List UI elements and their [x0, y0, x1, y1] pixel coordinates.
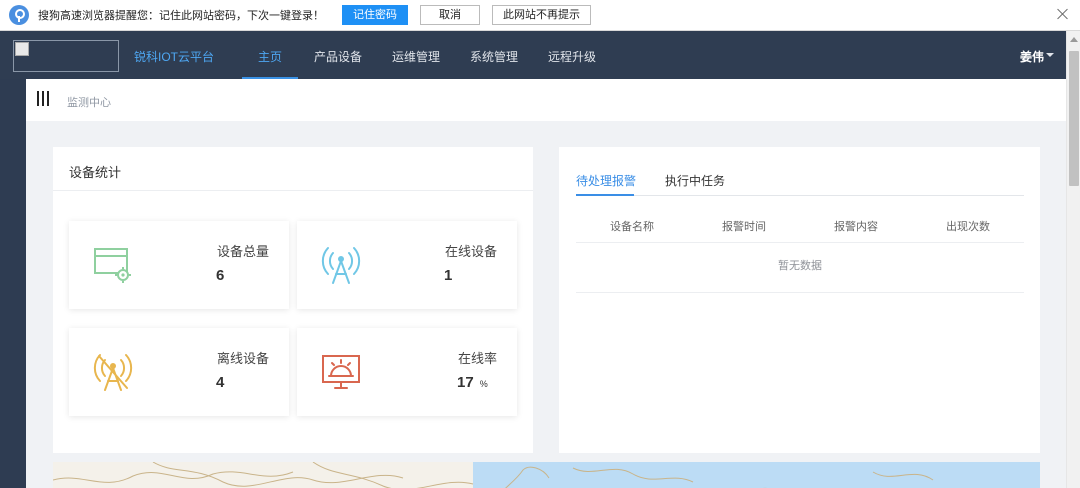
- device-stats-title: 设备统计: [69, 165, 122, 180]
- tab-running-tasks[interactable]: 执行中任务: [665, 172, 725, 189]
- column-device-name[interactable]: 设备名称: [576, 218, 688, 234]
- stat-card-offline-devices[interactable]: 离线设备 4: [69, 328, 289, 416]
- password-save-bar: 搜狗高速浏览器提醒您：记住此网站密码，下次一键登录！ 记住密码 取消 此网站不再…: [0, 0, 1080, 31]
- breadcrumb-current[interactable]: 监测中心: [67, 94, 111, 110]
- never-remind-button[interactable]: 此网站不再提示: [492, 5, 591, 25]
- alarm-tabs: 待处理报警 执行中任务: [576, 172, 1024, 196]
- sidebar-collapsed: [0, 79, 26, 488]
- monitor-alert-icon: [322, 355, 360, 389]
- column-alarm-time[interactable]: 报警时间: [688, 218, 800, 234]
- tab-pending-alarms[interactable]: 待处理报警: [576, 172, 636, 189]
- scroll-up-icon[interactable]: [1070, 37, 1078, 42]
- scrollbar-thumb[interactable]: [1069, 51, 1079, 186]
- stat-card-total-devices[interactable]: 设备总量 6: [69, 221, 289, 309]
- active-tab-indicator: [576, 194, 634, 196]
- stat-label: 设备总量: [216, 244, 269, 259]
- device-stats-card: 设备统计 设备总量 6 在线设备 1 离线设备 4 在线率 17 %: [53, 147, 533, 453]
- main-content: 设备统计 设备总量 6 在线设备 1 离线设备 4 在线率 17 % 待处理报警…: [26, 121, 1066, 488]
- nav-item-remote-upgrade[interactable]: 远程升级: [548, 48, 596, 65]
- map-outline: [52, 461, 1040, 488]
- stat-value: 6: [216, 267, 225, 284]
- column-occurrences[interactable]: 出现次数: [912, 218, 1024, 234]
- breadcrumb: 监测中心: [26, 79, 1066, 121]
- brand-title: 锐科IOT云平台: [134, 50, 214, 64]
- stat-card-online-rate[interactable]: 在线率 17%: [297, 328, 517, 416]
- stat-card-online-devices[interactable]: 在线设备 1: [297, 221, 517, 309]
- stat-unit: %: [479, 379, 488, 389]
- stat-value: 4: [216, 374, 225, 391]
- page-scrollbar[interactable]: [1066, 31, 1080, 488]
- alarm-table-header: 设备名称 报警时间 报警内容 出现次数: [576, 213, 1024, 243]
- alarm-panel: 待处理报警 执行中任务 设备名称 报警时间 报警内容 出现次数 暂无数据: [559, 147, 1040, 453]
- nav-item-product-devices[interactable]: 产品设备: [314, 48, 362, 65]
- cancel-button[interactable]: 取消: [420, 5, 480, 25]
- stat-value: 17%: [457, 374, 488, 391]
- key-icon: [9, 5, 29, 25]
- signal-tower-off-icon: [93, 354, 133, 391]
- empty-state: 暂无数据: [576, 243, 1024, 293]
- remember-password-button[interactable]: 记住密码: [342, 5, 408, 25]
- password-bar-message: 搜狗高速浏览器提醒您：记住此网站密码，下次一键登录！: [38, 10, 324, 22]
- logo-image: [13, 40, 119, 72]
- nav-item-home[interactable]: 主页: [258, 48, 282, 65]
- menu-toggle-icon[interactable]: [37, 91, 49, 106]
- top-navigation: 锐科IOT云平台 主页 产品设备 运维管理 系统管理 远程升级 姜伟: [0, 31, 1080, 79]
- stat-value: 1: [444, 267, 453, 284]
- device-map[interactable]: [52, 461, 1040, 488]
- chevron-down-icon[interactable]: [1046, 53, 1054, 57]
- nav-item-system[interactable]: 系统管理: [470, 48, 518, 65]
- stat-label: 在线设备: [444, 244, 497, 259]
- stat-label: 在线率: [457, 351, 497, 366]
- close-icon[interactable]: [1056, 7, 1070, 21]
- device-settings-icon: [94, 248, 131, 283]
- stat-label: 离线设备: [216, 351, 269, 366]
- user-menu[interactable]: 姜伟: [1020, 48, 1044, 65]
- signal-tower-icon: [321, 247, 361, 284]
- nav-item-operations[interactable]: 运维管理: [392, 48, 440, 65]
- column-alarm-content[interactable]: 报警内容: [800, 218, 912, 234]
